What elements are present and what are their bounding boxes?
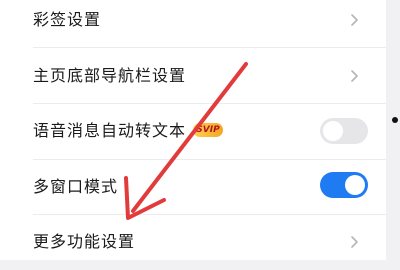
chevron-right-icon (351, 14, 358, 26)
settings-row-more-features[interactable]: 更多功能设置 (0, 214, 386, 270)
edge-dot (392, 117, 398, 123)
settings-row-label: 彩签设置 (33, 10, 102, 29)
voice-to-text-toggle[interactable] (320, 118, 368, 144)
settings-row-label: 多窗口模式 (33, 177, 119, 196)
settings-row-label: 语音消息自动转文本 (33, 121, 187, 140)
settings-row-multi-window: 多窗口模式 (0, 159, 386, 215)
chevron-right-icon (351, 70, 358, 82)
settings-row-voice-to-text: 语音消息自动转文本 SVIP (0, 103, 386, 159)
settings-row-label: 更多功能设置 (33, 232, 136, 251)
toggle-knob (323, 121, 343, 141)
toggle-knob (345, 175, 365, 195)
svip-badge: SVIP (193, 123, 223, 137)
settings-row-color-tags[interactable]: 彩签设置 (0, 0, 386, 48)
settings-row-label: 主页底部导航栏设置 (33, 66, 187, 85)
settings-panel: 彩签设置 主页底部导航栏设置 语音消息自动转文本 SVIP 多窗口模式 更多功能… (0, 0, 386, 260)
settings-row-bottom-nav[interactable]: 主页底部导航栏设置 (0, 48, 386, 104)
chevron-right-icon (351, 236, 358, 248)
multi-window-toggle[interactable] (320, 172, 368, 198)
